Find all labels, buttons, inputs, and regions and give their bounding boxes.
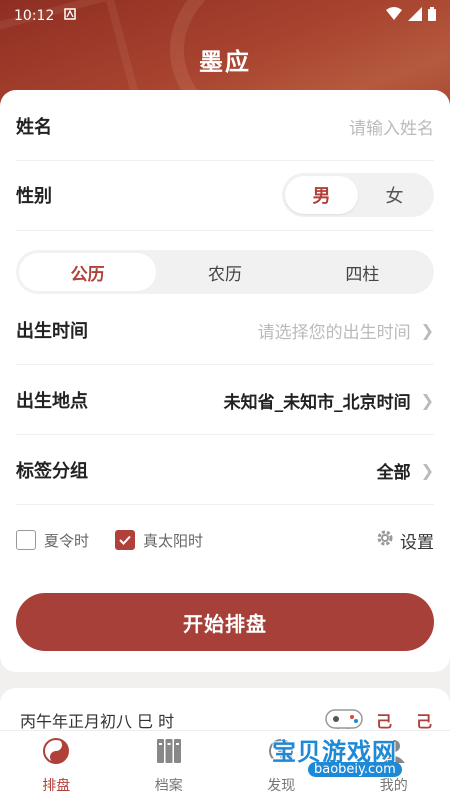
nav-archive[interactable]: 档案 xyxy=(113,731,226,800)
dst-checkbox[interactable]: 夏令时 xyxy=(16,530,89,551)
divider xyxy=(16,434,434,435)
tab-four-pillars[interactable]: 四柱 xyxy=(294,253,431,291)
nav-mine[interactable]: 我的 xyxy=(338,731,450,800)
battery-icon xyxy=(428,7,436,25)
dst-label: 夏令时 xyxy=(44,531,90,550)
divider xyxy=(16,160,434,161)
tag-group-picker[interactable]: 全部 ❯ xyxy=(377,458,434,483)
tag-group-row[interactable]: 标签分组 全部 ❯ xyxy=(16,452,434,488)
gender-toggle: 男 女 xyxy=(282,173,434,217)
nav-chart[interactable]: 排盘 xyxy=(0,731,113,800)
nav-discover-label: 发现 xyxy=(267,777,296,794)
history-stem: 己 xyxy=(375,712,392,731)
tab-lunar[interactable]: 农历 xyxy=(156,253,293,291)
bottom-tab-bar: 排盘 档案 发现 我的 xyxy=(0,730,450,800)
true-solar-label: 真太阳时 xyxy=(143,531,204,550)
birth-time-label: 出生时间 xyxy=(16,321,88,342)
nav-chart-label: 排盘 xyxy=(42,777,71,794)
notification-icon xyxy=(64,8,77,24)
calendar-type-tabs: 公历 农历 四柱 xyxy=(16,250,434,294)
gender-male-option[interactable]: 男 xyxy=(285,176,358,214)
history-stem: 己 xyxy=(415,712,432,731)
birth-time-row[interactable]: 出生时间 请选择您的出生时间 ❯ xyxy=(16,312,434,348)
birth-place-picker[interactable]: 未知省_未知市_北京时间 ❯ xyxy=(224,388,434,413)
nav-discover[interactable]: 发现 xyxy=(225,731,338,800)
tag-group-label: 标签分组 xyxy=(16,461,88,482)
birth-time-placeholder: 请选择您的出生时间 xyxy=(257,322,411,343)
user-icon xyxy=(380,737,408,769)
chevron-right-icon: ❯ xyxy=(420,320,434,340)
history-stem: 丙 xyxy=(335,712,352,731)
name-row: 姓名 请输入姓名 xyxy=(16,108,434,144)
settings-label: 设置 xyxy=(400,532,434,553)
discover-icon xyxy=(267,737,295,769)
tab-solar[interactable]: 公历 xyxy=(19,253,157,291)
gender-label: 性别 xyxy=(16,186,52,207)
tag-group-value: 全部 xyxy=(376,462,411,483)
checkbox-unchecked-icon xyxy=(16,530,36,550)
gender-row: 性别 男 女 xyxy=(16,172,434,218)
birth-form-card: 姓名 请输入姓名 性别 男 女 公历 农历 四柱 出生时间 请选择您的出生时间 … xyxy=(0,90,450,672)
start-chart-button[interactable]: 开始排盘 xyxy=(16,593,434,651)
true-solar-time-checkbox[interactable]: 真太阳时 xyxy=(115,530,203,551)
gear-icon xyxy=(376,529,394,552)
gender-female-option[interactable]: 女 xyxy=(358,176,431,214)
archive-icon xyxy=(155,737,183,769)
divider xyxy=(16,504,434,505)
checkbox-checked-icon xyxy=(115,530,136,550)
chevron-right-icon: ❯ xyxy=(420,460,434,480)
birth-time-picker[interactable]: 请选择您的出生时间 ❯ xyxy=(258,318,434,343)
history-stems: 丙 己 己 xyxy=(336,708,432,732)
page-title: 墨应 xyxy=(199,48,251,76)
options-row: 夏令时 真太阳时 设置 xyxy=(16,527,434,553)
chevron-right-icon: ❯ xyxy=(420,390,434,410)
status-bar: 10:12 xyxy=(0,0,450,32)
divider xyxy=(16,364,434,365)
settings-button[interactable]: 设置 xyxy=(376,528,434,553)
wifi-icon xyxy=(386,7,402,25)
nav-archive-label: 档案 xyxy=(154,777,183,794)
nav-mine-label: 我的 xyxy=(379,777,408,794)
status-time: 10:12 xyxy=(14,8,55,24)
name-label: 姓名 xyxy=(16,117,52,138)
history-text: 丙午年正月初八 巳 时 xyxy=(20,712,175,731)
divider xyxy=(16,230,434,231)
yin-yang-icon xyxy=(42,737,70,769)
birth-place-row[interactable]: 出生地点 未知省_未知市_北京时间 ❯ xyxy=(16,382,434,418)
name-input[interactable]: 请输入姓名 xyxy=(349,114,434,139)
birth-place-label: 出生地点 xyxy=(16,391,88,412)
birth-place-value: 未知省_未知市_北京时间 xyxy=(223,392,411,413)
signal-icon xyxy=(408,7,422,25)
